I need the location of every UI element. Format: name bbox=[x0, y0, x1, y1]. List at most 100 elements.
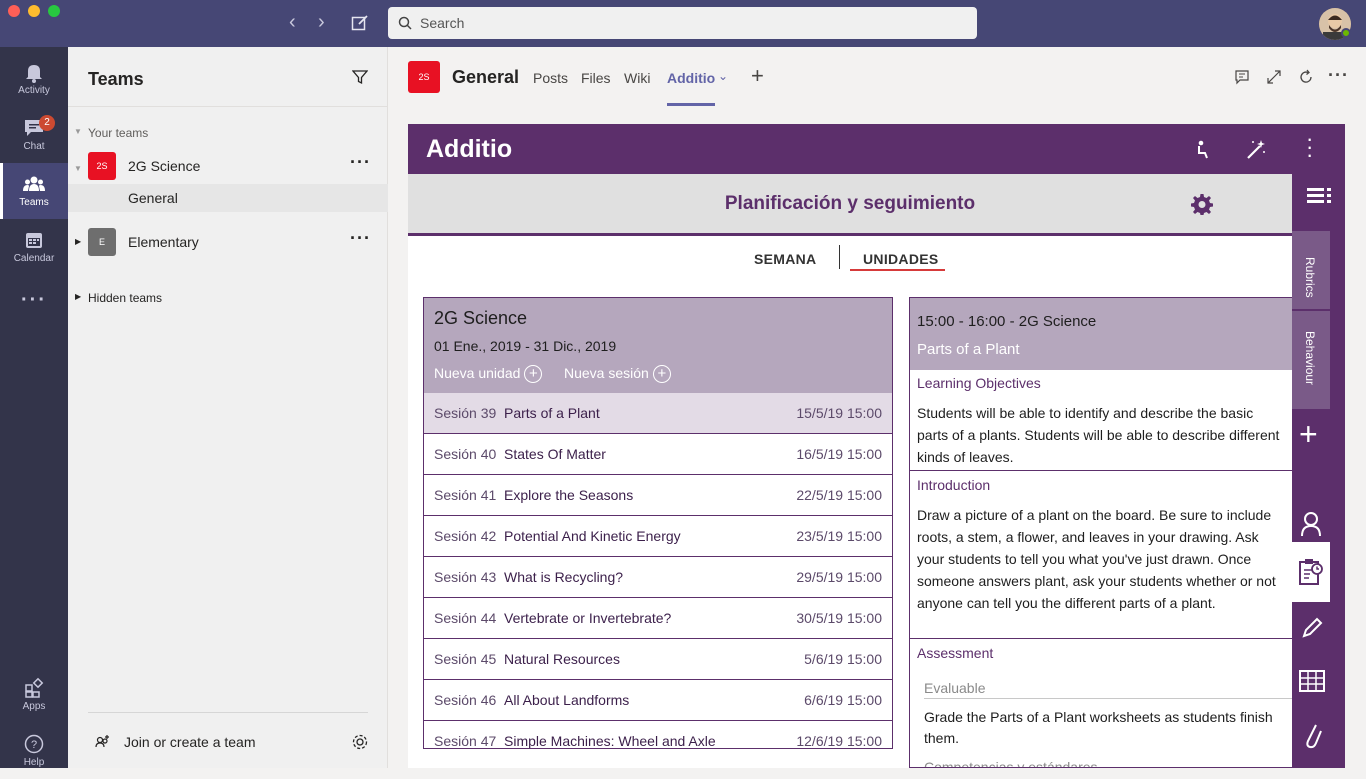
maximize-window-button[interactable] bbox=[48, 5, 60, 17]
session-date: 30/5/19 15:00 bbox=[796, 610, 882, 626]
tab-files[interactable]: Files bbox=[581, 70, 611, 86]
paperclip-icon[interactable] bbox=[1302, 719, 1322, 749]
session-number: Sesión 45 bbox=[434, 651, 497, 667]
chevron-right-icon: ▶ bbox=[75, 292, 82, 301]
side-toolbar: Rubrics Behaviour + bbox=[1292, 174, 1345, 768]
add-tab-button[interactable]: + bbox=[751, 63, 764, 89]
person-icon[interactable] bbox=[1300, 510, 1324, 538]
session-number: Sesión 39 bbox=[434, 405, 497, 421]
tab-wiki[interactable]: Wiki bbox=[624, 70, 650, 86]
session-row[interactable]: Sesión 40 States Of Matter 16/5/19 15:00 bbox=[424, 434, 892, 475]
session-date: 15/5/19 15:00 bbox=[796, 405, 882, 421]
competencias-label: Competencias y estándares bbox=[924, 759, 1098, 768]
session-row[interactable]: Sesión 44 Vertebrate or Invertebrate? 30/5… bbox=[424, 598, 892, 639]
rail-label: Chat bbox=[23, 141, 45, 152]
title-bar: ‹ › Search bbox=[0, 0, 1366, 47]
rail-label: Teams bbox=[19, 197, 49, 208]
app-rail: Activity Chat 2 Teams Calendar ··· Apps … bbox=[0, 47, 68, 768]
channel-title: General bbox=[452, 67, 520, 87]
your-teams-heading[interactable]: Your teams bbox=[88, 126, 148, 140]
more-options-icon[interactable]: ··· bbox=[1328, 65, 1349, 86]
refresh-icon[interactable] bbox=[1298, 69, 1314, 85]
app-header: Additio · · · bbox=[408, 124, 1345, 174]
unit-panel: 2G Science 01 Ene., 2019 - 31 Dic., 2019… bbox=[423, 297, 893, 749]
expand-icon[interactable] bbox=[1266, 69, 1282, 85]
planner-tab[interactable] bbox=[1292, 542, 1330, 602]
team-name: Elementary bbox=[128, 234, 199, 250]
forward-arrow-icon[interactable]: › bbox=[318, 12, 325, 32]
rail-label: Apps bbox=[22, 701, 46, 712]
session-detail-header: 15:00 - 16:00 - 2G Science Parts of a Pl… bbox=[910, 298, 1292, 370]
session-name: Explore the Seasons bbox=[504, 487, 634, 503]
search-icon bbox=[398, 16, 412, 30]
minimize-window-button[interactable] bbox=[28, 5, 40, 17]
session-date: 6/6/19 15:00 bbox=[804, 692, 882, 708]
tab-posts[interactable]: Posts bbox=[533, 70, 568, 86]
session-time: 15:00 - 16:00 - 2G Science bbox=[917, 313, 1097, 330]
rail-item-teams[interactable]: Teams bbox=[0, 163, 68, 219]
search-input[interactable]: Search bbox=[388, 7, 977, 39]
session-row[interactable]: Sesión 47 Simple Machines: Wheel and Axle… bbox=[424, 721, 892, 749]
rail-label: Calendar bbox=[13, 253, 55, 264]
session-row[interactable]: Sesión 43 What is Recycling? 29/5/19 15:00 bbox=[424, 557, 892, 598]
chevron-down-icon[interactable]: ⌄ bbox=[718, 69, 728, 83]
behaviour-tab[interactable]: Behaviour bbox=[1292, 311, 1330, 409]
introduction-text: Draw a picture of a plant on the board. … bbox=[917, 507, 1276, 611]
session-row[interactable]: Sesión 39 Parts of a Plant 15/5/19 15:00 bbox=[424, 393, 892, 434]
rail-item-apps[interactable]: Apps bbox=[0, 667, 68, 723]
rail-item-chat[interactable]: Chat 2 bbox=[0, 107, 68, 163]
team-row-elementary[interactable]: ▶ E Elementary ··· bbox=[68, 224, 388, 258]
apps-icon bbox=[25, 677, 44, 698]
session-row[interactable]: Sesión 42 Potential And Kinetic Energy 23/… bbox=[424, 516, 892, 557]
rail-item-activity[interactable]: Activity bbox=[0, 51, 68, 107]
gear-icon[interactable] bbox=[1191, 193, 1213, 215]
new-session-button[interactable]: Nueva sesión + bbox=[564, 365, 671, 384]
session-number: Sesión 40 bbox=[434, 446, 497, 462]
rail-item-help[interactable]: ? Help bbox=[0, 723, 68, 779]
new-session-label: Nueva sesión bbox=[564, 365, 649, 381]
tab-additio[interactable]: Additio bbox=[667, 70, 715, 86]
session-row[interactable]: Sesión 41 Explore the Seasons 22/5/19 15:0… bbox=[424, 475, 892, 516]
new-unit-button[interactable]: Nueva unidad + bbox=[434, 365, 543, 384]
teams-icon bbox=[23, 176, 45, 191]
team-name: 2G Science bbox=[128, 158, 201, 174]
channel-item-general[interactable]: General bbox=[68, 184, 388, 212]
pencil-icon[interactable] bbox=[1300, 616, 1324, 640]
filter-icon[interactable] bbox=[352, 69, 368, 85]
close-window-button[interactable] bbox=[8, 5, 20, 17]
unit-dates: 01 Ene., 2019 - 31 Dic., 2019 bbox=[434, 338, 617, 354]
planning-header: Planificación y seguimiento bbox=[408, 174, 1292, 236]
tab-semana[interactable]: SEMANA bbox=[754, 251, 816, 267]
rail-label: Activity bbox=[18, 85, 50, 96]
help-icon: ? bbox=[24, 734, 44, 754]
hidden-teams-item[interactable]: Hidden teams bbox=[88, 291, 162, 305]
add-icon[interactable]: + bbox=[1299, 416, 1318, 453]
list-icon[interactable] bbox=[1307, 186, 1331, 206]
back-arrow-icon[interactable]: ‹ bbox=[289, 12, 296, 32]
magic-wand-icon[interactable] bbox=[1245, 138, 1267, 160]
session-date: 23/5/19 15:00 bbox=[796, 528, 882, 544]
tab-unidades[interactable]: UNIDADES bbox=[863, 251, 939, 267]
rail-item-calendar[interactable]: Calendar bbox=[0, 219, 68, 275]
gear-icon[interactable] bbox=[351, 733, 369, 751]
evaluable-label: Evaluable bbox=[924, 680, 986, 696]
session-name: States Of Matter bbox=[504, 446, 606, 462]
team-row-2g-science[interactable]: ▼ 2S 2G Science ··· bbox=[68, 148, 388, 182]
rubrics-tab[interactable]: Rubrics bbox=[1292, 231, 1330, 309]
session-number: Sesión 41 bbox=[434, 487, 497, 503]
teams-panel-title: Teams bbox=[88, 69, 144, 89]
kebab-menu-icon[interactable]: · · · bbox=[1306, 128, 1313, 166]
session-row[interactable]: Sesión 46 All About Landforms 6/6/19 15:00 bbox=[424, 680, 892, 721]
join-or-create-team-button[interactable]: Join or create a team bbox=[124, 734, 256, 750]
bell-icon bbox=[26, 65, 42, 83]
session-row[interactable]: Sesión 45 Natural Resources 5/6/19 15:00 bbox=[424, 639, 892, 680]
team-more-options-button[interactable]: ··· bbox=[350, 152, 371, 173]
seat-icon[interactable] bbox=[1194, 139, 1212, 159]
grid-icon[interactable] bbox=[1299, 670, 1325, 692]
team-more-options-button[interactable]: ··· bbox=[350, 228, 371, 249]
compose-icon[interactable] bbox=[351, 14, 369, 32]
conversation-icon[interactable] bbox=[1234, 69, 1250, 85]
rail-more-button[interactable]: ··· bbox=[0, 275, 68, 331]
session-date: 12/6/19 15:00 bbox=[796, 733, 882, 749]
session-date: 16/5/19 15:00 bbox=[796, 446, 882, 462]
